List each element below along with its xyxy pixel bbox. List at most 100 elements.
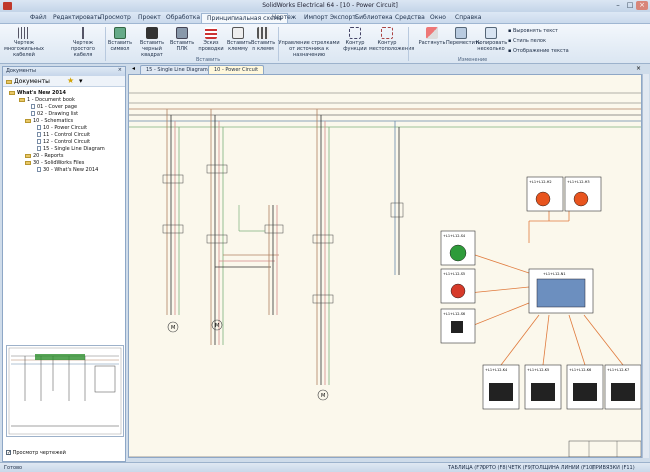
tree-item[interactable]: 10 - Power Circuit [37,125,87,131]
panel-header: Документы × [3,67,125,76]
menu-edit[interactable]: Редактировать [53,14,101,21]
tree-project[interactable]: What's New 2014 [9,90,66,96]
status-table[interactable]: ТАБЛИЦА (F7) [448,465,484,471]
menu-help[interactable]: Справка [455,14,481,21]
menu-tools[interactable]: Средства [395,14,425,21]
status-ortho[interactable]: ОРТО (F8) [482,465,508,471]
plc-module-n1[interactable]: +L1+L12-N1 [528,268,594,314]
copy-multiple-button[interactable]: Копировать несколько [476,27,507,52]
chevron-down-icon[interactable]: ▾ [79,77,83,85]
relay-k5[interactable]: +L1+L12-K5 [524,364,562,410]
status-grid[interactable]: ЧЕТК (F9) [508,465,533,471]
menu-import-export[interactable]: Импорт Экспорт [304,14,356,21]
tree-item[interactable]: 02 - Drawing list [31,111,78,117]
documents-panel: Документы × Документы ★ ▾ What's New 201… [2,66,126,462]
text-display-button[interactable]: ▪ Отображение текста [508,48,569,54]
tree-item[interactable]: 10 - Schematics [25,118,73,124]
bus-lines [129,92,641,128]
svg-text:M: M [215,323,219,329]
multi-cable-button[interactable]: Чертеж многожильных кабелей [4,27,44,58]
menu-project[interactable]: Проект [138,14,161,21]
documents-tab[interactable]: Документы [6,78,50,85]
checkbox-icon[interactable]: ✓ [6,450,11,456]
wiring-sketch-button[interactable]: Эскиз проводки [197,27,225,52]
status-snap[interactable]: ПРИВЯЗКИ (F11) [592,465,635,471]
insert-plc-button[interactable]: Вставить ПЛК [170,27,194,52]
status-text: Готово [4,465,23,471]
menu-drawing[interactable]: Чертеж [272,14,296,21]
align-text-button[interactable]: ▪ Выровнять текст [508,28,558,34]
schematic-canvas[interactable]: M M M +L1+L12-S4 +L1+L12-S5 +L1+L12-S6 +… [128,74,642,458]
menu-file[interactable]: Файл [30,14,47,21]
indicator-h3[interactable]: +L1+L12-H3 [564,176,602,212]
stretch-button[interactable]: Растянуть [418,27,446,46]
circuit-group-1: M [162,109,184,333]
menu-processing[interactable]: Обработка [166,14,200,21]
black-box-icon [146,27,158,39]
terminal-icon [232,27,244,39]
indicator-h2[interactable]: +L1+L12-H2 [526,176,564,212]
tree-item[interactable]: 1 - Document book [19,97,75,103]
single-cable-button[interactable]: Чертеж простого кабеля [64,27,102,58]
tree-item[interactable]: 30 - What's New 2014 [37,167,98,173]
switch-s6[interactable]: +L1+L12-S6 [440,308,476,344]
preview-drawings-checkbox[interactable]: ✓ Просмотр чертежей [6,450,66,456]
function-outline-icon [349,27,361,39]
move-button[interactable]: Переместить [446,27,481,46]
menu-view[interactable]: Просмотр [100,14,131,21]
window-title: SolidWorks Electrical 64 - [10 - Power C… [262,2,398,9]
pushbutton-s4[interactable]: +L1+L12-S4 [440,230,476,266]
tab-single-line-diagram[interactable]: 15 - Single Line Diagram [140,65,214,74]
tree-item[interactable]: 15 - Single Line Diagram [37,146,105,152]
tabs-scroll-left-icon[interactable]: ◂ [132,65,135,72]
copy-icon [485,27,497,39]
tree-item[interactable]: 11 - Control Circuit [37,132,90,138]
plc-icon [176,27,188,39]
device-label: +L1+L12-H2 [529,180,552,184]
insert-terminal-button[interactable]: Вставить клемму [227,27,251,52]
arrow-style-button[interactable]: ▪ Стиль пелок [508,38,546,44]
close-tab-icon[interactable]: × [636,65,641,72]
circuit-group-4: M [312,109,334,401]
star-icon[interactable]: ★ [67,77,74,85]
schematic-drawing[interactable]: M M M +L1+L12-S4 +L1+L12-S5 +L1+L12-S6 +… [129,75,642,458]
panel-close-icon[interactable]: × [118,67,122,73]
title-bar: SolidWorks Electrical 64 - [10 - Power C… [0,0,650,12]
device-label: +L1+L12-K4 [485,368,508,372]
ribbon: Чертеж многожильных кабелей Чертеж прост… [0,24,650,64]
tab-power-circuit[interactable]: 10 - Power Circuit [208,65,265,74]
insert-n-terminals-button[interactable]: Вставить n клемм [251,27,275,52]
tree-item[interactable]: 20 - Reports [25,153,64,159]
terminals-icon [257,27,269,39]
pushbutton-s5[interactable]: +L1+L12-S5 [440,268,476,304]
device-label: +L1+L12-K7 [607,368,629,372]
tree-item[interactable]: 30 - SolidWorks Files [25,160,84,166]
menu-library[interactable]: Библиотека [355,14,393,21]
vertical-scrollbar[interactable] [642,74,649,458]
stretch-icon [426,27,438,39]
menu-bar: Файл Редактировать Просмотр Проект Обраб… [0,12,650,24]
device-label: +L1+L12-S5 [443,272,465,276]
arrows-source-button[interactable]: Управление стрелками от источника к назн… [276,40,342,58]
close-icon[interactable]: × [636,1,648,10]
device-label: +L1+L12-S4 [443,234,466,238]
relay-k4[interactable]: +L1+L12-K4 [482,364,520,410]
device-label: +L1+L12-S6 [443,312,465,316]
insert-symbol-button[interactable]: Вставить символ [107,27,133,52]
circuit-group-2: M [206,109,279,345]
location-outline-button[interactable]: Контур местоположения [369,27,414,52]
status-line-width[interactable]: ТОЛЩИНА ЛИНИИ (F10) [532,465,594,471]
function-outline-button[interactable]: Контур функции [343,27,367,52]
device-label: +L1+L12-H3 [567,180,590,184]
tree-item[interactable]: 12 - Control Circuit [37,139,90,145]
maximize-icon[interactable]: □ [624,1,636,10]
svg-text:M: M [321,393,325,399]
tree-item[interactable]: 01 - Cover page [31,104,77,110]
ribbon-separator [408,27,409,61]
minimize-icon[interactable]: – [612,1,624,10]
relay-k7[interactable]: +L1+L12-K7 [604,364,641,410]
app-logo-icon[interactable] [3,2,12,10]
insert-black-box-button[interactable]: Вставить черный квадрат [137,27,167,58]
relay-k6[interactable]: +L1+L12-K6 [566,364,604,410]
menu-window[interactable]: Окно [430,14,446,21]
